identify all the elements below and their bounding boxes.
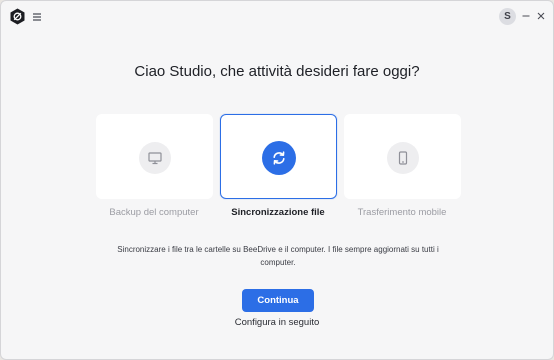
title-bar: S: [1, 1, 553, 31]
option-mobile-card[interactable]: [344, 114, 461, 199]
app-window: S Ciao Studio, che attività desideri far…: [0, 0, 554, 360]
smartphone-icon: [386, 141, 419, 174]
minimize-icon[interactable]: [520, 9, 532, 23]
option-backup-label[interactable]: Backup del computer: [89, 207, 219, 218]
sync-icon: [261, 140, 296, 175]
option-description: Sincronizzare i file tra le cartelle su …: [117, 245, 439, 267]
hamburger-menu-icon[interactable]: [31, 10, 43, 22]
option-backup-card[interactable]: [96, 114, 213, 199]
option-sync-label[interactable]: Sincronizzazione file: [213, 207, 343, 218]
page-title: Ciao Studio, che attività desideri fare …: [134, 63, 420, 80]
configure-later-link[interactable]: Configura in seguito: [1, 317, 553, 328]
close-icon[interactable]: [535, 9, 547, 23]
user-avatar[interactable]: S: [499, 8, 516, 25]
continue-button[interactable]: Continua: [242, 289, 314, 312]
beedrive-logo-icon: [9, 8, 26, 25]
option-mobile-label[interactable]: Trasferimento mobile: [337, 207, 467, 218]
monitor-icon: [138, 141, 171, 174]
option-sync-card[interactable]: [220, 114, 337, 199]
